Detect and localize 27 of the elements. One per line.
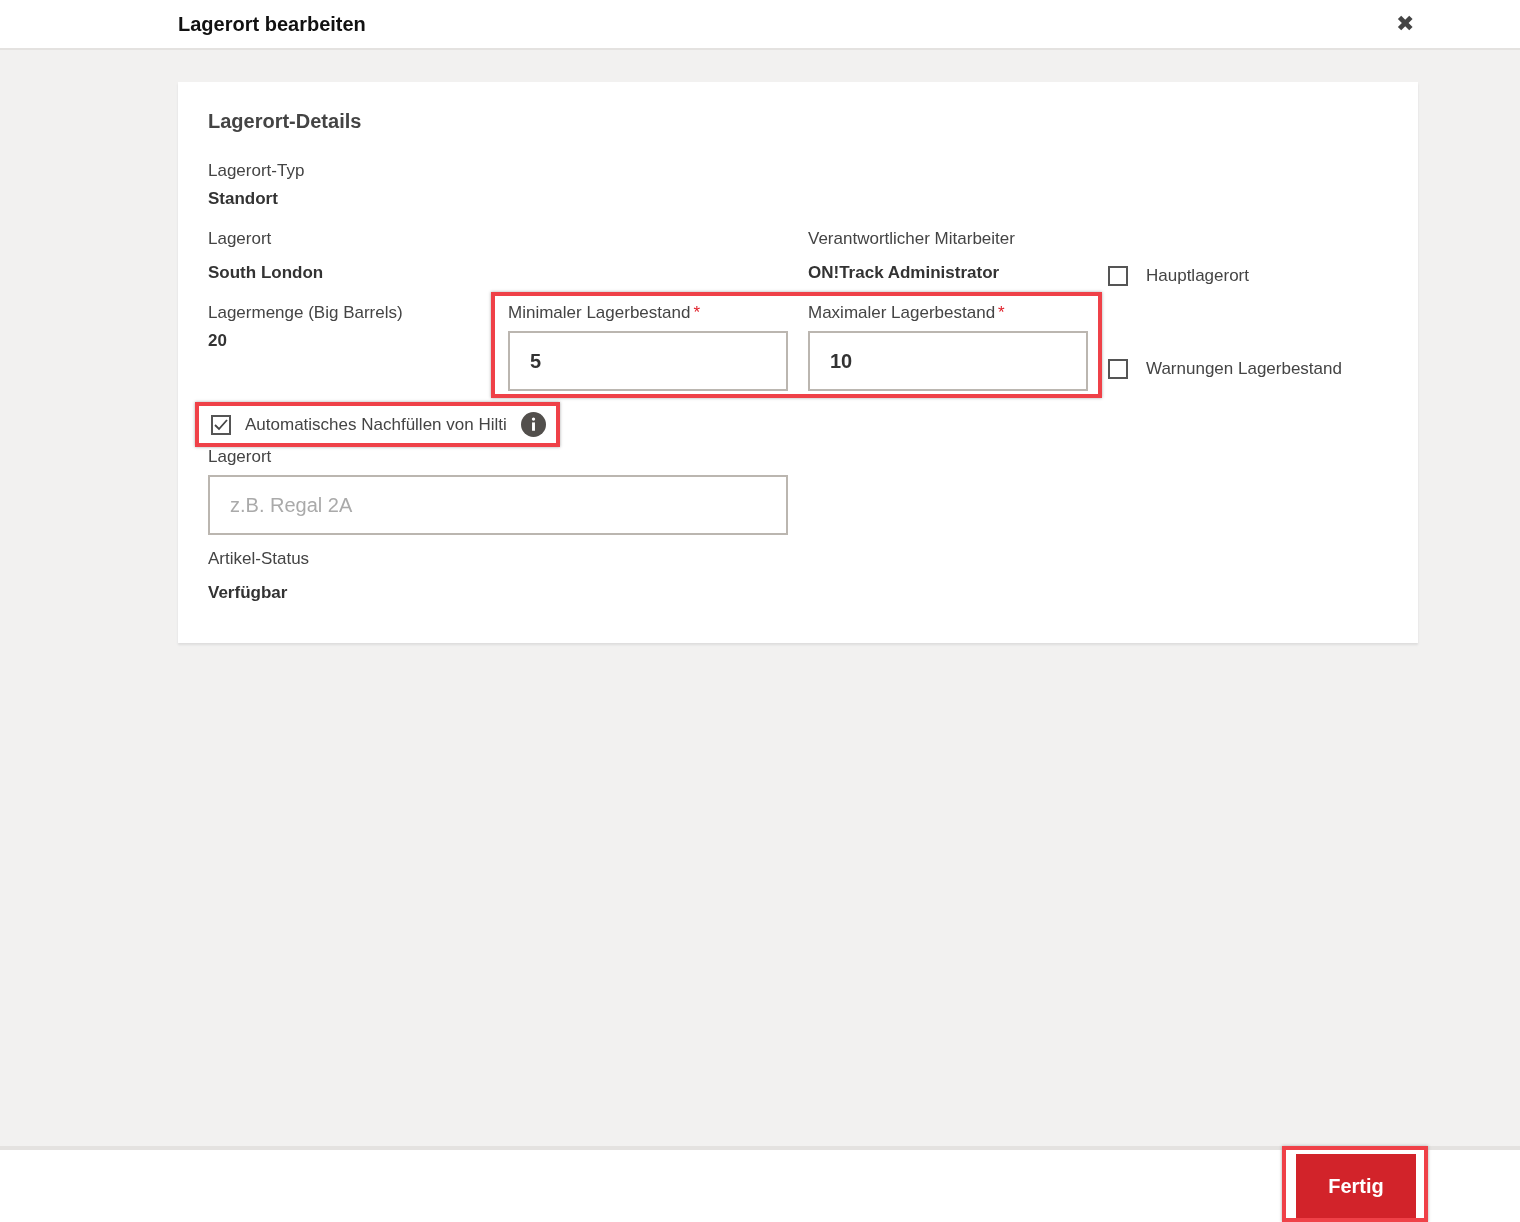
employee-label: Verantwortlicher Mitarbeiter	[808, 229, 1016, 249]
info-icon[interactable]	[520, 412, 546, 437]
quantity-label: Lagermenge (Big Barrels)	[208, 303, 404, 323]
field-label: Maximaler Lagerbestand *	[808, 303, 1006, 323]
checkbox[interactable]	[211, 414, 231, 435]
field-label: Minimaler Lagerbestand *	[508, 303, 701, 323]
done-button[interactable]: Fertig	[1296, 1154, 1416, 1218]
location-label: Lagerort	[208, 229, 273, 249]
checkbox[interactable]	[1108, 266, 1128, 286]
storage-label: Lagerort	[208, 447, 273, 467]
section-title: Lagerort-Details	[208, 110, 363, 133]
checkbox-label: Automatisches Nachfüllen von Hilti	[245, 414, 507, 435]
item-status-label: Artikel-Status	[208, 549, 311, 569]
input-field[interactable]: 5	[508, 331, 788, 391]
input-field[interactable]: z.B. Regal 2A	[208, 475, 788, 535]
quantity-value: 20	[208, 331, 228, 351]
item-status-value: Verfügbar	[208, 583, 289, 603]
input-field[interactable]: 10	[808, 331, 1088, 391]
checkbox-label: Hauptlagerort	[1146, 266, 1249, 286]
checkbox[interactable]	[1108, 358, 1128, 379]
dialog-title: Lagerort bearbeiten	[178, 12, 366, 36]
location-type-label: Lagerort-Typ	[208, 161, 306, 181]
checkbox-label: Warnungen Lagerbestand	[1146, 358, 1342, 379]
location-value: South London	[208, 263, 325, 283]
location-type-value: Standort	[208, 189, 279, 209]
employee-value: ON!Track Administrator	[808, 263, 1001, 283]
close-button[interactable]: ✖	[1396, 11, 1414, 37]
